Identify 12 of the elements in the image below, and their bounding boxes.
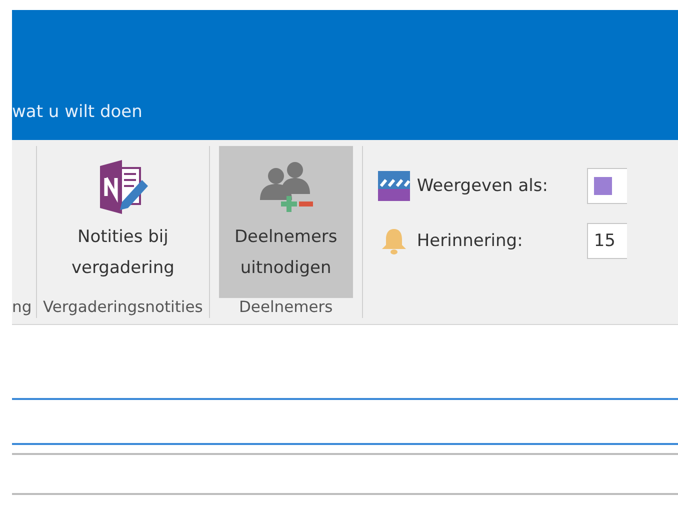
reminder-dropdown[interactable]: 15 <box>586 223 627 259</box>
field-label: Herinnering: <box>416 231 524 251</box>
tell-me-field[interactable]: wat u wilt doen <box>12 102 142 140</box>
group-label: ng <box>12 298 32 318</box>
status-bar-icon <box>378 171 410 201</box>
field-label: Weergeven als: <box>416 176 549 196</box>
group-label: Vergaderingsnotities <box>43 298 203 318</box>
ribbon-button[interactable]: Deelnemers uitnodigen <box>218 146 353 298</box>
group-label: Deelnemers <box>238 298 333 318</box>
bell-icon <box>380 227 407 255</box>
ribbon-button[interactable]: Notities bij vergadering <box>56 146 190 298</box>
show-as-dropdown[interactable] <box>586 168 627 204</box>
